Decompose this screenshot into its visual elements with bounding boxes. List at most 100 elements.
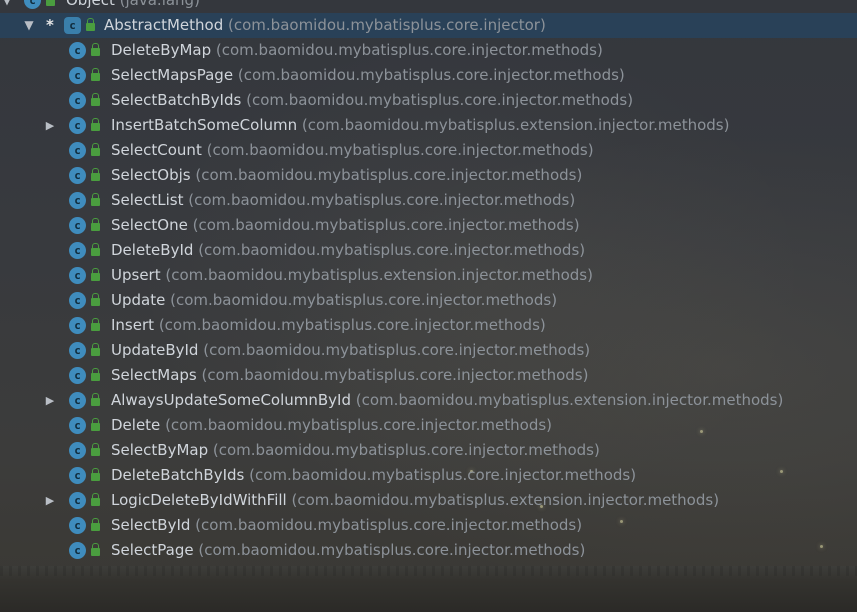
class-icon: c (69, 292, 86, 309)
tree-row-label: UpdateById (com.baomidou.mybatisplus.cor… (111, 341, 591, 359)
tree-row-child[interactable]: c SelectList (com.baomidou.mybatisplus.c… (0, 188, 857, 213)
public-lock-icon (91, 193, 100, 206)
class-icon: c (69, 517, 86, 534)
public-lock-icon (91, 393, 100, 406)
tree-row-label: InsertBatchSomeColumn (com.baomidou.myba… (111, 116, 730, 134)
tree-row-label: SelectPage (com.baomidou.mybatisplus.cor… (111, 541, 586, 559)
tree-row-child[interactable]: c DeleteBatchByIds (com.baomidou.mybatis… (0, 463, 857, 488)
class-icon: c (69, 117, 86, 134)
class-icon: c (69, 317, 86, 334)
tree-row-selected[interactable]: ▼ * c AbstractMethod (com.baomidou.mybat… (0, 13, 857, 38)
tree-row-child[interactable]: c SelectById (com.baomidou.mybatisplus.c… (0, 513, 857, 538)
public-lock-icon (91, 443, 100, 456)
tree-row-label: SelectMaps (com.baomidou.mybatisplus.cor… (111, 366, 589, 384)
public-lock-icon (91, 493, 100, 506)
tree-row-label: SelectByMap (com.baomidou.mybatisplus.co… (111, 441, 600, 459)
collapse-arrow-icon[interactable]: ▼ (0, 0, 14, 13)
public-lock-icon (91, 518, 100, 531)
public-lock-icon (86, 18, 95, 31)
class-icon: c (69, 167, 86, 184)
class-icon: c (69, 342, 86, 359)
current-class-marker: * (46, 16, 54, 34)
tree-row-label: AlwaysUpdateSomeColumnById (com.baomidou… (111, 391, 784, 409)
tree-row-child[interactable]: ▶ c AlwaysUpdateSomeColumnById (com.baom… (0, 388, 857, 413)
tree-row-child[interactable]: c SelectOne (com.baomidou.mybatisplus.co… (0, 213, 857, 238)
tree-row-label: Object (java.lang) (66, 0, 200, 9)
public-lock-icon (91, 543, 100, 556)
public-lock-icon (91, 468, 100, 481)
tree-row-child[interactable]: c UpdateById (com.baomidou.mybatisplus.c… (0, 338, 857, 363)
class-icon: c (69, 142, 86, 159)
public-lock-icon (91, 118, 100, 131)
tree-row-label: DeleteBatchByIds (com.baomidou.mybatispl… (111, 466, 637, 484)
public-lock-icon (91, 318, 100, 331)
tree-row-label: Delete (com.baomidou.mybatisplus.core.in… (111, 416, 553, 434)
public-lock-icon (91, 418, 100, 431)
public-lock-icon (91, 68, 100, 81)
class-icon: c (69, 367, 86, 384)
class-icon: c (69, 442, 86, 459)
public-lock-icon (91, 368, 100, 381)
class-icon: c (69, 217, 86, 234)
public-lock-icon (91, 93, 100, 106)
tree-row-child[interactable]: c Update (com.baomidou.mybatisplus.core.… (0, 288, 857, 313)
tree-row-child[interactable]: ▶ c LogicDeleteByIdWithFill (com.baomido… (0, 488, 857, 513)
class-icon: c (69, 392, 86, 409)
tree-row-label: SelectById (com.baomidou.mybatisplus.cor… (111, 516, 583, 534)
class-icon: c (69, 67, 86, 84)
public-lock-icon (46, 0, 55, 6)
tree-row-label: LogicDeleteByIdWithFill (com.baomidou.my… (111, 491, 720, 509)
abstract-class-icon: c (64, 17, 81, 34)
tree-row-child[interactable]: c SelectCount (com.baomidou.mybatisplus.… (0, 138, 857, 163)
tree-row-child[interactable]: c SelectByMap (com.baomidou.mybatisplus.… (0, 438, 857, 463)
class-icon: c (69, 242, 86, 259)
class-icon: c (24, 0, 41, 9)
public-lock-icon (91, 343, 100, 356)
class-icon: c (69, 92, 86, 109)
tree-row-child[interactable]: c SelectMaps (com.baomidou.mybatisplus.c… (0, 363, 857, 388)
class-icon: c (69, 42, 86, 59)
tree-row-label: SelectObjs (com.baomidou.mybatisplus.cor… (111, 166, 583, 184)
tree-row-label: DeleteByMap (com.baomidou.mybatisplus.co… (111, 41, 603, 59)
expand-arrow-icon[interactable]: ▶ (43, 113, 57, 138)
public-lock-icon (91, 268, 100, 281)
tree-row-child[interactable]: c Insert (com.baomidou.mybatisplus.core.… (0, 313, 857, 338)
collapse-arrow-icon[interactable]: ▼ (22, 13, 36, 38)
public-lock-icon (91, 218, 100, 231)
tree-row-child[interactable]: ▶ c InsertBatchSomeColumn (com.baomidou.… (0, 113, 857, 138)
tree-row-label: SelectBatchByIds (com.baomidou.mybatispl… (111, 91, 634, 109)
tree-row-label: SelectCount (com.baomidou.mybatisplus.co… (111, 141, 594, 159)
class-icon: c (69, 492, 86, 509)
tree-row-label: Update (com.baomidou.mybatisplus.core.in… (111, 291, 558, 309)
tree-row-label: SelectMapsPage (com.baomidou.mybatisplus… (111, 66, 625, 84)
tree-row-label: Insert (com.baomidou.mybatisplus.core.in… (111, 316, 546, 334)
tree-row-child[interactable]: c SelectObjs (com.baomidou.mybatisplus.c… (0, 163, 857, 188)
public-lock-icon (91, 243, 100, 256)
tree-row-child[interactable]: c DeleteByMap (com.baomidou.mybatisplus.… (0, 38, 857, 63)
public-lock-icon (91, 168, 100, 181)
tree-row-child[interactable]: c SelectMapsPage (com.baomidou.mybatispl… (0, 63, 857, 88)
tree-row-label: SelectOne (com.baomidou.mybatisplus.core… (111, 216, 580, 234)
tree-row-root[interactable]: ▼ c Object (java.lang) (0, 0, 857, 13)
tree-row-child[interactable]: c Delete (com.baomidou.mybatisplus.core.… (0, 413, 857, 438)
expand-arrow-icon[interactable]: ▶ (43, 488, 57, 513)
tree-row-child[interactable]: c Upsert (com.baomidou.mybatisplus.exten… (0, 263, 857, 288)
public-lock-icon (91, 143, 100, 156)
wallpaper-horizon (0, 566, 857, 612)
tree-row-label: AbstractMethod (com.baomidou.mybatisplus… (104, 16, 546, 34)
class-icon: c (69, 267, 86, 284)
tree-row-label: DeleteById (com.baomidou.mybatisplus.cor… (111, 241, 586, 259)
tree-row-child[interactable]: c SelectBatchByIds (com.baomidou.mybatis… (0, 88, 857, 113)
expand-arrow-icon[interactable]: ▶ (43, 388, 57, 413)
class-icon: c (69, 192, 86, 209)
type-hierarchy-tree: ▼ c Object (java.lang) ▼ * c AbstractMet… (0, 0, 857, 563)
tree-row-label: Upsert (com.baomidou.mybatisplus.extensi… (111, 266, 593, 284)
class-icon: c (69, 542, 86, 559)
tree-row-label: SelectList (com.baomidou.mybatisplus.cor… (111, 191, 576, 209)
public-lock-icon (91, 293, 100, 306)
class-icon: c (69, 417, 86, 434)
tree-row-child[interactable]: c DeleteById (com.baomidou.mybatisplus.c… (0, 238, 857, 263)
tree-row-child[interactable]: c SelectPage (com.baomidou.mybatisplus.c… (0, 538, 857, 563)
public-lock-icon (91, 43, 100, 56)
class-icon: c (69, 467, 86, 484)
